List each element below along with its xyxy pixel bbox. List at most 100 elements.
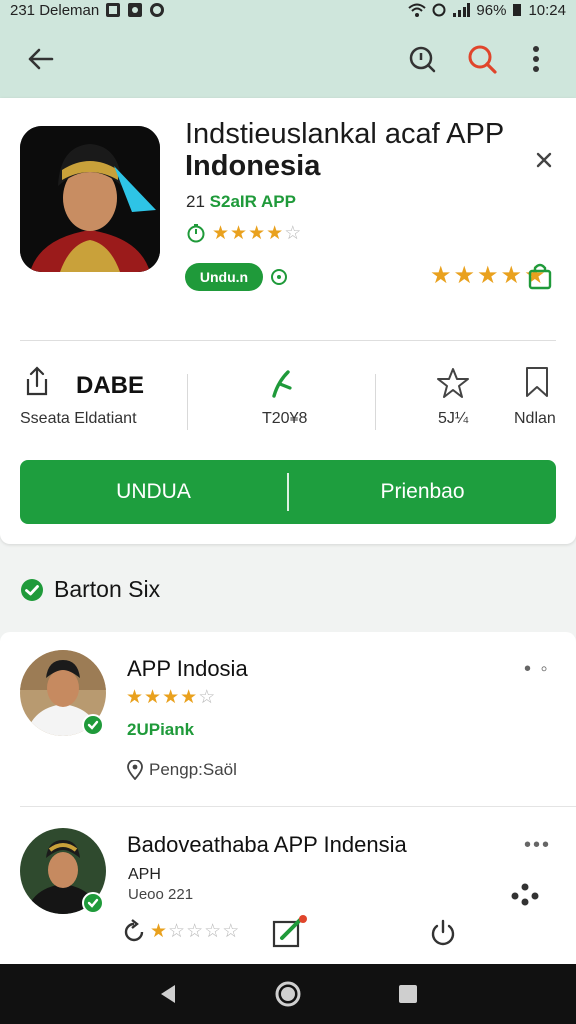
whatsapp-icon [149,2,165,18]
star-icon: ★ [430,262,452,289]
star-icon: ★ [453,262,476,289]
star-icon: ★ [144,687,162,708]
developer-line: 21 S2aIR APP [186,192,296,212]
star-icon: ★ [477,262,499,289]
recents-square-icon[interactable] [397,983,419,1005]
more-options-button[interactable]: ••• [524,834,551,857]
divider [20,340,556,341]
rating-stars: ★ ★ ★ ★ ☆ [212,224,301,243]
stat-save[interactable]: Ndlan [500,358,576,438]
download-pill-button[interactable]: Undu.n [185,263,263,291]
star-icon: ☆ [186,921,204,942]
search-icon [468,45,497,74]
star-icon: ★ [212,222,230,244]
shopping-bag-button[interactable] [528,262,552,290]
back-triangle-icon[interactable] [157,982,179,1006]
signal-icon [452,3,471,17]
image-icon [105,2,121,18]
verified-badge [82,714,104,736]
app-detail-card: Indstieuslankal acaf APP Indonesia 21 S2… [0,98,576,544]
share-icon [26,366,48,396]
related-apps-list: APP Indosia ★ ★ ★ ★ ☆ 2UPiank Pengp:Saöl • ◦… [0,632,576,972]
list-item-subtitle: 2UPiank [127,720,195,739]
dots-cluster-icon[interactable] [510,882,540,906]
refresh-icon[interactable] [120,918,148,946]
close-icon [536,152,552,168]
check-icon [87,898,99,908]
star-icon: ★ [180,687,198,708]
home-circle-icon[interactable] [274,980,302,1008]
verified-badge [82,892,104,914]
app-icon[interactable] [20,126,160,272]
star-icon: ★ [230,222,248,244]
list-item-meta-2: Ueoo 221 [128,886,194,903]
app-title: Indstieuslankal acaf APP Indonesia [185,118,515,182]
search-button[interactable] [458,35,506,83]
check-icon [87,720,99,730]
shopping-bag-icon [528,263,552,290]
star-icon: ★ [162,687,180,708]
star-icon: ★ [500,262,523,289]
row-divider [20,806,576,807]
star-icon: ☆ [204,921,222,942]
developer-prefix: 21 [186,192,205,211]
stat-rate[interactable]: 5J¼ [376,358,486,438]
info-button[interactable] [270,268,288,286]
more-options-button[interactable]: • ◦ [524,658,550,681]
star-icon: ★ [126,687,144,708]
rating-line: ★ ★ ★ ★ ☆ [186,223,301,243]
system-nav-bar [0,964,576,1024]
list-item-title: Badoveathaba APP Indensia [127,832,407,857]
info-search-button[interactable] [398,35,446,83]
info-search-icon [409,46,436,73]
star-outline-icon [437,368,469,398]
star-icon: ★ [266,222,284,244]
leaf-icon [272,370,292,398]
list-item-stars: ★ ★ ★ ★ ☆ [126,688,215,707]
more-vertical-icon [533,46,539,72]
location-pin-icon [127,760,143,780]
arrow-left-icon [28,48,54,70]
star-icon: ☆ [222,921,240,942]
clock: 10:24 [528,1,566,19]
battery-icon [512,3,522,17]
star-icon: ☆ [284,222,302,244]
stat-save-label: Ndlan [514,410,556,427]
stat-rate-label: 5J¼ [438,410,469,427]
list-item[interactable]: APP Indosia ★ ★ ★ ★ ☆ 2UPiank Pengp:Saöl • ◦ [0,632,576,804]
stat-share[interactable]: DABE Sseata Eldatiant [0,358,188,438]
check-circle-icon [21,578,43,601]
stat-downloads[interactable]: T20¥8 [188,358,376,438]
close-button[interactable] [530,146,558,174]
alarm-icon [432,3,446,17]
action-bar: UNDUA Prienbao [20,460,556,524]
edit-icon[interactable] [272,914,308,948]
download-button[interactable]: UNDUA [20,460,287,524]
preview-button[interactable]: Prienbao [289,460,556,524]
section-title: Barton Six [54,576,161,602]
star-icon: ★ [150,921,168,942]
stats-row: DABE Sseata Eldatiant T20¥8 5J¼ Ndlan [0,358,576,438]
list-item-meta: APH [128,866,161,883]
battery-level: 96% [476,1,507,19]
list-item-title: APP Indosia [127,656,248,681]
power-icon[interactable] [428,918,458,948]
app-bar [0,20,576,98]
developer-name[interactable]: S2aIR APP [210,192,296,211]
app-title-line1: Indstieuslankal acaf APP [185,118,505,150]
section-header: Barton Six [20,576,160,603]
app-title-line2: Indonesia [185,150,321,182]
more-button[interactable] [512,35,560,83]
photo-icon [127,2,143,18]
bookmark-icon [526,367,548,397]
list-item[interactable]: Badoveathaba APP Indensia APH Ueoo 221 •… [0,808,576,972]
stat-downloads-label: T20¥8 [262,410,308,427]
star-icon: ★ [248,222,266,244]
back-button[interactable] [16,35,64,83]
list-item-stars: ★ ☆ ☆ ☆ ☆ [150,922,239,941]
list-item-location-text: Pengp:Saöl [149,760,237,779]
stat-share-label: Sseata Eldatiant [20,410,137,427]
info-icon [271,269,287,285]
star-icon: ☆ [168,921,186,942]
status-text: 231 Deleman [10,1,100,19]
